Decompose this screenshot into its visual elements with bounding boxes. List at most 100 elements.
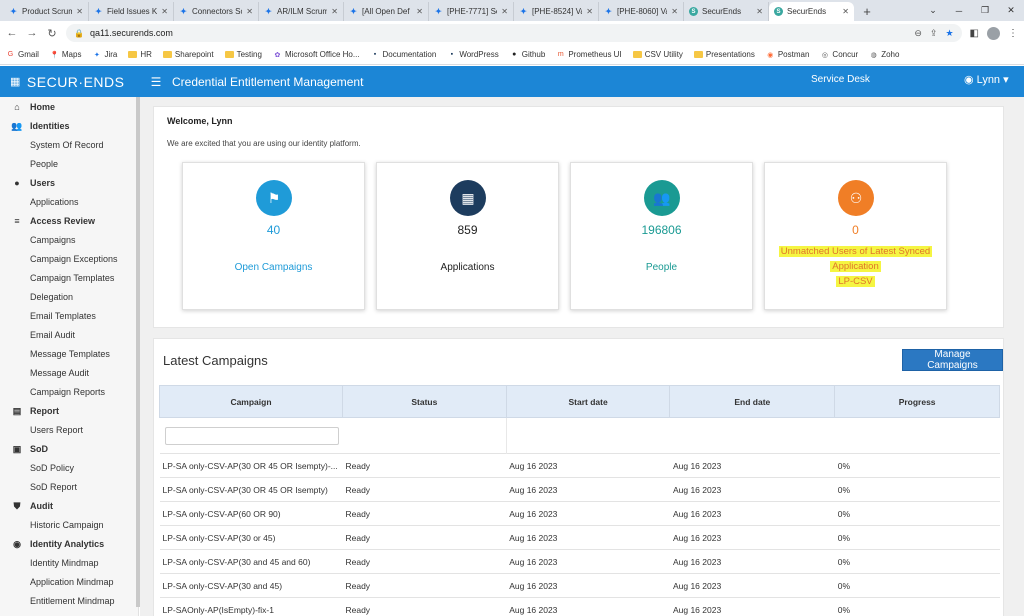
- browser-tab[interactable]: ✦ Connectors Sc ✕: [174, 2, 259, 21]
- sidebar-item[interactable]: ▤ Report: [10, 402, 59, 420]
- sidebar-item[interactable]: Campaigns: [30, 231, 76, 249]
- lock-icon[interactable]: 🔒: [74, 29, 84, 38]
- sidebar-item[interactable]: SoD Policy: [30, 459, 74, 477]
- browser-tab[interactable]: ✦ [PHE-7771] Se ✕: [429, 2, 514, 21]
- bookmark-item[interactable]: ◍ Zoho: [869, 50, 900, 59]
- close-tab-icon[interactable]: ✕: [161, 7, 168, 16]
- sidebar-item[interactable]: Delegation: [30, 288, 73, 306]
- forward-icon[interactable]: →: [26, 27, 38, 39]
- sidebar-item[interactable]: Campaign Reports: [30, 383, 105, 401]
- sidebar-item[interactable]: ≡ Access Review: [10, 212, 95, 230]
- bookmark-item[interactable]: 📍 Maps: [50, 50, 81, 59]
- bookmark-item[interactable]: ✦ Jira: [92, 50, 117, 59]
- sidebar-item[interactable]: Entitlement Mindmap: [30, 592, 115, 610]
- browser-tab[interactable]: ✦ [PHE-8060] Va ✕: [599, 2, 684, 21]
- bookmark-item[interactable]: Presentations: [693, 50, 755, 59]
- minimize-icon[interactable]: ─: [946, 0, 972, 21]
- table-cell[interactable]: LP-SA only-CSV-AP(60 OR 90): [159, 501, 343, 526]
- close-tab-icon[interactable]: ✕: [671, 7, 678, 16]
- share-icon[interactable]: ⇪: [930, 28, 938, 39]
- apps-grid-icon[interactable]: ▦: [10, 75, 21, 88]
- bookmark-item[interactable]: Testing: [224, 50, 262, 59]
- url-input[interactable]: 🔒 qa11.securends.com ⊖ ⇪ ★: [66, 24, 962, 42]
- browser-tab[interactable]: ✦ [All Open Def ✕: [344, 2, 429, 21]
- browser-menu-icon[interactable]: ⋮: [1008, 28, 1018, 39]
- sidebar-item[interactable]: Application Mindmap: [30, 573, 114, 591]
- bookmark-star-icon[interactable]: ★: [945, 28, 953, 39]
- table-row[interactable]: LP-SAOnly-AP(IsEmpty)-fix-1 Ready Aug 16 2…: [159, 597, 1000, 616]
- hamburger-menu-icon[interactable]: ☰: [140, 75, 172, 89]
- close-tab-icon[interactable]: ✕: [586, 7, 593, 16]
- sidebar-item[interactable]: People: [30, 155, 58, 173]
- side-panel-icon[interactable]: ◧: [970, 28, 979, 39]
- sidebar-item[interactable]: ● Users: [10, 174, 55, 192]
- bookmark-item[interactable]: ▪ Documentation: [371, 50, 437, 59]
- manage-campaigns-button[interactable]: Manage Campaigns: [902, 349, 1003, 371]
- user-menu[interactable]: ◉ Lynn ▾: [964, 73, 1009, 87]
- sidebar-item[interactable]: Campaign Exceptions: [30, 250, 118, 268]
- sidebar-item[interactable]: Message Templates: [30, 345, 110, 363]
- bookmark-item[interactable]: HR: [128, 50, 152, 59]
- sidebar-item[interactable]: Message Audit: [30, 364, 89, 382]
- zoom-icon[interactable]: ⊖: [914, 28, 922, 39]
- bookmark-item[interactable]: Sharepoint: [162, 50, 214, 59]
- sidebar-item[interactable]: ⌂ Home: [10, 98, 55, 116]
- sidebar-item[interactable]: Campaign Templates: [30, 269, 114, 287]
- sidebar-item[interactable]: Email Audit: [30, 326, 75, 344]
- new-tab-button[interactable]: +: [858, 2, 876, 21]
- stat-tile[interactable]: ⚑ 40 Open Campaigns: [182, 162, 365, 310]
- sidebar-item[interactable]: Applications: [30, 193, 79, 211]
- column-header[interactable]: Campaign: [159, 385, 343, 418]
- bookmark-item[interactable]: m Prometheus UI: [556, 50, 622, 59]
- bookmark-item[interactable]: ◎ Concur: [820, 50, 858, 59]
- close-tab-icon[interactable]: ✕: [756, 7, 763, 16]
- browser-tab[interactable]: ✦ Product Scrum ✕: [4, 2, 89, 21]
- close-tab-icon[interactable]: ✕: [246, 7, 253, 16]
- close-tab-icon[interactable]: ✕: [501, 7, 508, 16]
- sidebar-item[interactable]: System Of Record: [30, 136, 104, 154]
- sidebar-item[interactable]: 👥 Identities: [10, 117, 69, 135]
- sidebar-item[interactable]: Identity Mindmap: [30, 554, 99, 572]
- close-tab-icon[interactable]: ✕: [842, 7, 849, 16]
- close-tab-icon[interactable]: ✕: [416, 7, 423, 16]
- table-row[interactable]: LP-SA only-CSV-AP(30 and 45 and 60) Ready…: [159, 549, 1000, 574]
- bookmark-item[interactable]: ◉ Postman: [766, 50, 809, 59]
- bookmark-item[interactable]: CSV Utility: [632, 50, 683, 59]
- back-icon[interactable]: ←: [6, 27, 18, 39]
- sidebar-item[interactable]: ◉ Identity Analytics: [10, 535, 104, 553]
- close-tab-icon[interactable]: ✕: [331, 7, 338, 16]
- tab-search-icon[interactable]: ⌄: [920, 0, 946, 21]
- table-cell[interactable]: LP-SA only-CSV-AP(30 OR 45 OR Isempty)-.…: [159, 453, 343, 478]
- table-row[interactable]: LP-SA only-CSV-AP(30 OR 45 OR Isempty)-.…: [159, 453, 1000, 478]
- browser-tab[interactable]: ✦ AR/ILM Scrum ✕: [259, 2, 344, 21]
- stat-tile[interactable]: ▦ 859 Applications: [376, 162, 559, 310]
- column-header[interactable]: Start date: [505, 385, 671, 418]
- sidebar-item[interactable]: Historic Campaign: [30, 516, 104, 534]
- table-cell[interactable]: LP-SA only-CSV-AP(30 and 45): [159, 573, 343, 598]
- table-cell[interactable]: LP-SAOnly-AP(IsEmpty)-fix-1: [159, 597, 343, 616]
- stat-tile[interactable]: ⚇ 0 Unmatched Users of Latest Synced Applic…: [764, 162, 947, 310]
- app-logo[interactable]: ▦ SECUR·ENDS: [0, 74, 140, 90]
- column-header[interactable]: End date: [669, 385, 836, 418]
- reload-icon[interactable]: ↻: [46, 27, 58, 40]
- table-row[interactable]: LP-SA only-CSV-AP(60 OR 90) Ready Aug 16 2…: [159, 501, 1000, 526]
- column-header[interactable]: Progress: [834, 385, 1000, 418]
- close-window-icon[interactable]: ✕: [998, 0, 1024, 21]
- table-row[interactable]: LP-SA only-CSV-AP(30 OR 45 OR Isempty) Re…: [159, 477, 1000, 502]
- close-tab-icon[interactable]: ✕: [76, 7, 83, 16]
- sidebar-item[interactable]: Email Templates: [30, 307, 96, 325]
- table-row[interactable]: LP-SA only-CSV-AP(30 or 45) Ready Aug 16 2…: [159, 525, 1000, 550]
- service-desk-link[interactable]: Service Desk: [811, 74, 870, 85]
- sidebar-item[interactable]: ⛊ Audit: [10, 497, 53, 515]
- bookmark-item[interactable]: ▪ WordPress: [447, 50, 499, 59]
- browser-tab[interactable]: ✦ Field Issues Ka ✕: [89, 2, 174, 21]
- table-cell[interactable]: LP-SA only-CSV-AP(30 or 45): [159, 525, 343, 550]
- column-header[interactable]: Status: [341, 385, 507, 418]
- campaign-filter-input[interactable]: [164, 426, 339, 445]
- browser-tab[interactable]: S SecurEnds ✕: [684, 2, 769, 21]
- profile-avatar[interactable]: [987, 26, 1000, 40]
- sidebar-item[interactable]: Users Report: [30, 421, 83, 439]
- browser-tab[interactable]: ✦ [PHE-8524] Va ✕: [514, 2, 599, 21]
- table-cell[interactable]: LP-SA only-CSV-AP(30 and 45 and 60): [159, 549, 343, 574]
- sidebar-item[interactable]: ▣ SoD: [10, 440, 48, 458]
